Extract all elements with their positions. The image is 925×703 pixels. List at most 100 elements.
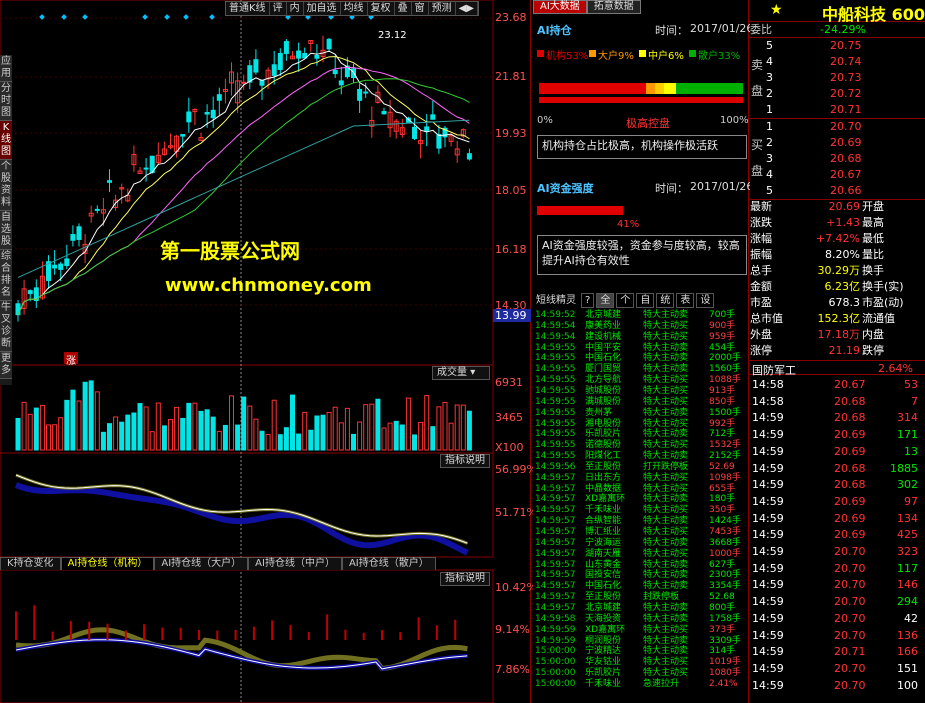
ticker-row[interactable]: 14:59:56 至正股份 打开跌停板 52.69 (533, 462, 749, 473)
stat-label-right: 量比 (862, 248, 884, 261)
ticker-stock: XD嘉寓环 (585, 624, 626, 635)
tab-ai-bigdata[interactable]: AI大数据 (533, 0, 587, 14)
ticker-row[interactable]: 14:59:57 合纵智能 特大主动卖 1424手 (533, 516, 749, 527)
price-tick: 23.68 (495, 11, 527, 24)
side-tab-diagnosis[interactable]: 牛叉诊断 (0, 301, 12, 352)
ai-hold-date: 2017/01/26 (690, 22, 754, 35)
trade-row: 14:59 20.68 1885 (750, 461, 925, 477)
ticker-time: 14:59:55 (535, 353, 576, 364)
ticker-row[interactable]: 14:59:57 山东黄金 特大主动卖 627手 (533, 560, 749, 571)
toolbar-add-watchlist[interactable]: 加自选 (304, 2, 341, 15)
ticker-stock: 乐凯胶片 (585, 668, 622, 679)
ticker-row[interactable]: 14:59:57 中晶数据 特大主动买 655手 (533, 484, 749, 495)
ticker-amount: 2152手 (709, 451, 741, 462)
toolbar-ma[interactable]: 均线 (341, 2, 368, 15)
kline-chart-area[interactable]: 普通K线 评 内 加自选 均线 复权 叠 窗 预测 ◀▶ 应用 分时图 K线图 … (0, 0, 537, 703)
ticker-row[interactable]: 14:59:57 湖南天雁 特大主动买 1000手 (533, 549, 749, 560)
toolbar-kline-type[interactable]: 普通K线 (226, 2, 270, 15)
ticker-stats[interactable]: 统 (656, 292, 675, 308)
ticker-settings[interactable]: 设 (696, 292, 715, 308)
side-tab-timeshare[interactable]: 分时图 (0, 82, 12, 121)
ticker-stock: 中国石化 (585, 353, 622, 364)
ticker-row[interactable]: 14:59:55 贵州茅 特大主动卖 1500手 (533, 408, 749, 419)
subtab-retail[interactable]: AI持仓线（散户） (341, 557, 436, 570)
ticker-row[interactable]: 14:59:54 康美药业 特大主动买 900手 (533, 321, 749, 332)
ticker-row[interactable]: 15:00:00 华友钴业 特大主动买 1019手 (533, 657, 749, 668)
volume-bar (46, 424, 51, 451)
ticker-row[interactable]: 14:59:55 湘电股份 特大主动买 992手 (533, 419, 749, 430)
ticker-event: 特大主动买 (643, 331, 689, 342)
tab-tuoyi-data[interactable]: 拓意数据 (586, 0, 641, 14)
ticker-row[interactable]: 15:00:00 乐凯胶片 特大主动买 1080手 (533, 668, 749, 679)
ticker-row[interactable]: 14:59:55 中国平安 特大主动卖 454手 (533, 343, 749, 354)
ticker-row[interactable]: 14:59:57 日出东方 特大主动买 1098手 (533, 473, 749, 484)
subtab-large-holder[interactable]: AI持仓线（大户） (154, 557, 249, 570)
ticker-time: 14:59:59 (535, 635, 576, 646)
ticker-row[interactable]: 14:59:57 北京城建 特大主动卖 800手 (533, 603, 749, 614)
subtab-mid-holder[interactable]: AI持仓线（中户） (248, 557, 342, 570)
sector-row[interactable]: 国防军工 2.64% (750, 360, 925, 377)
side-tab-ranking[interactable]: 综合排名 (0, 250, 12, 301)
ticker-amount: 3309手 (709, 635, 741, 646)
volume-bar (271, 399, 277, 451)
toolbar-inner[interactable]: 内 (287, 2, 304, 15)
ticker-row[interactable]: 14:59:57 国投安信 特大主动卖 2300手 (533, 570, 749, 581)
ticker-row[interactable]: 14:59:57 中国石化 特大主动卖 3354手 (533, 581, 749, 592)
side-tab-profile[interactable]: 个股资料 (0, 160, 12, 211)
book-row: 3 20.73 (750, 70, 925, 86)
indicator-help-button[interactable]: 指标说明 (440, 454, 490, 468)
indicator-help-button-2[interactable]: 指标说明 (440, 572, 490, 586)
ticker-row[interactable]: 14:59:55 中国石化 特大主动卖 2000手 (533, 353, 749, 364)
ticker-row[interactable]: 14:59:52 北京城建 特大主动卖 700手 (533, 310, 749, 321)
ticker-filter-all[interactable]: 全 (596, 292, 615, 308)
side-tab-more[interactable]: 更多 (0, 352, 12, 379)
toolbar-forecast[interactable]: 预测 (429, 2, 456, 15)
ticker-row[interactable]: 15:00:00 宁波精达 特大主动卖 314手 (533, 646, 749, 657)
volume-bar (100, 431, 106, 451)
toolbar-comment[interactable]: 评 (270, 2, 287, 15)
ticker-row[interactable]: 14:59:57 博汇纸业 特大主动买 7453手 (533, 527, 749, 538)
legend-swatch (639, 50, 646, 57)
subtab-institution[interactable]: AI持仓线（机构） (60, 557, 155, 570)
ticker-row[interactable]: 14:59:55 北方导航 特大主动买 1088手 (533, 375, 749, 386)
kline-chart-svg[interactable] (0, 0, 531, 703)
volume-bar (94, 391, 100, 451)
ticker-row[interactable]: 14:59:59 桐润股份 特大主动卖 3309手 (533, 636, 749, 647)
toolbar-adjust[interactable]: 复权 (368, 2, 395, 15)
ticker-filter-watch[interactable]: 自 (636, 292, 655, 308)
ticker-help-button[interactable]: ? (581, 292, 595, 308)
star-icon[interactable]: ★ (770, 2, 783, 18)
ticker-row[interactable]: 14:59:54 建设机械 特大主动买 959手 (533, 332, 749, 343)
toolbar-overlay[interactable]: 叠 (395, 2, 412, 15)
ticker-row[interactable]: 14:59:55 驰城股份 特大主动买 913手 (533, 386, 749, 397)
watermark-url: www.chnmoney.com (165, 275, 372, 296)
ticker-row[interactable]: 14:59:55 满城股份 特大主动买 850手 (533, 397, 749, 408)
ticker-time: 14:59:55 (535, 440, 576, 451)
subtab-position-change[interactable]: K持仓变化 (0, 557, 61, 570)
ticker-filter-stock[interactable]: 个 (616, 292, 635, 308)
ticker-row[interactable]: 14:59:57 千禾味业 特大主动买 350手 (533, 505, 749, 516)
hold-note: 机构持仓占比极高，机构操作极活跃 (537, 135, 747, 159)
ticker-row[interactable]: 14:59:57 至正股份 封跌停板 52.68 (533, 592, 749, 603)
volume-bar (387, 422, 393, 451)
ticker-event: 特大主动买 (643, 505, 689, 516)
ticker-row[interactable]: 14:59:55 乐凯胶片 特大主动卖 712手 (533, 429, 749, 440)
ticker-row[interactable]: 14:59:59 XD嘉寓环 特大主动买 373手 (533, 625, 749, 636)
ticker-row[interactable]: 14:59:57 宁波海运 特大主动卖 3668手 (533, 538, 749, 549)
ticker-table[interactable]: 表 (676, 292, 695, 308)
volume-bar (357, 421, 363, 451)
ticker-row[interactable]: 14:59:57 XD嘉寓环 特大主动卖 180手 (533, 494, 749, 505)
ticker-row[interactable]: 14:59:58 天海投资 特大主动卖 1758手 (533, 614, 749, 625)
toolbar-nav-arrows[interactable]: ◀▶ (456, 2, 478, 15)
ticker-row[interactable]: 15:00:00 千禾味业 急速拉升 2.41% (533, 679, 749, 690)
ticker-row[interactable]: 14:59:55 厦门国贸 特大主动卖 1560手 (533, 364, 749, 375)
ticker-row[interactable]: 14:59:55 诺德股份 特大主动买 1532手 (533, 440, 749, 451)
ticker-amount: 1000手 (709, 548, 741, 559)
legend-swatch (537, 50, 544, 57)
ticker-row[interactable]: 14:59:55 阳煤化工 特大主动卖 2152手 (533, 451, 749, 462)
volume-selector[interactable]: 成交量 ▾ (432, 366, 490, 380)
side-tab-watchlist[interactable]: 自选股 (0, 211, 12, 250)
side-tab-kline[interactable]: K线图 (0, 121, 12, 160)
side-tab-app[interactable]: 应用 (0, 55, 12, 82)
toolbar-window[interactable]: 窗 (412, 2, 429, 15)
